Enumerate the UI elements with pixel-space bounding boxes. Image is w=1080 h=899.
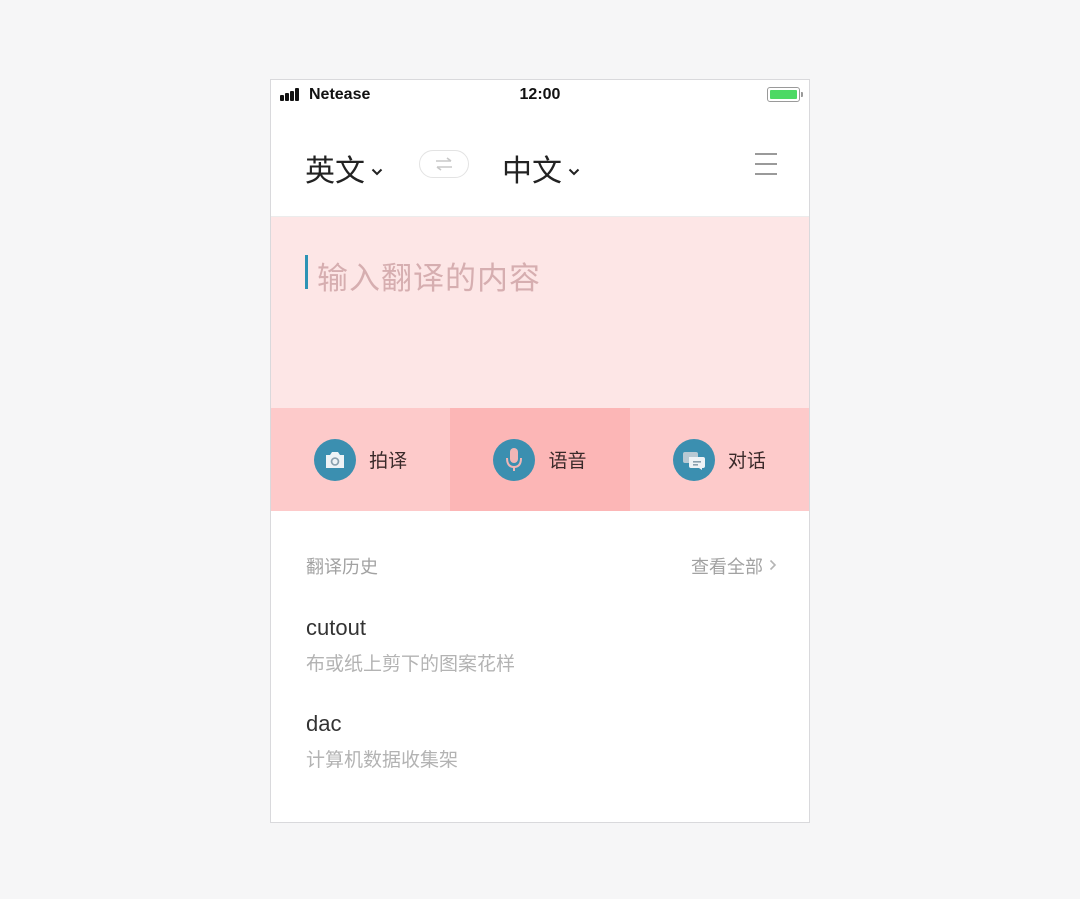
- history-title: 翻译历史: [306, 557, 378, 578]
- phone-screen: Netease 12:00 英文 中文 输入翻译的内容 拍译 语音 对话 翻译历…: [270, 79, 810, 823]
- status-time: 12:00: [519, 86, 561, 103]
- swap-arrows-icon: [436, 157, 452, 171]
- voice-translate-label: 语音: [548, 450, 587, 472]
- language-bar: 英文 中文: [271, 110, 809, 216]
- translation-history: 翻译历史 查看全部 cutout 布或纸上剪下的图案花样 dac 计算机数据收集…: [271, 511, 809, 822]
- source-language-selector[interactable]: 英文: [305, 146, 383, 190]
- view-all-link[interactable]: 查看全部: [691, 553, 777, 579]
- chevron-down-icon: [568, 161, 580, 180]
- translation-input-area[interactable]: 输入翻译的内容: [271, 217, 809, 408]
- text-caret: [305, 255, 308, 289]
- conversation-button[interactable]: 对话: [629, 408, 809, 511]
- history-definition: 计算机数据收集架: [306, 749, 459, 771]
- history-word: dac: [306, 711, 342, 736]
- hamburger-menu-icon[interactable]: [755, 152, 777, 176]
- target-language-label: 中文: [502, 154, 562, 189]
- conversation-label: 对话: [727, 450, 766, 472]
- input-placeholder[interactable]: 输入翻译的内容: [317, 253, 541, 298]
- camera-icon: [314, 438, 357, 481]
- chat-bubbles-icon: [672, 438, 715, 481]
- history-item[interactable]: dac 计算机数据收集架: [306, 711, 458, 772]
- history-item[interactable]: cutout 布或纸上剪下的图案花样: [306, 615, 515, 676]
- photo-translate-button[interactable]: 拍译: [271, 408, 451, 511]
- source-language-label: 英文: [305, 154, 365, 189]
- status-bar: Netease 12:00: [271, 80, 809, 110]
- history-word: cutout: [306, 615, 366, 640]
- view-all-label: 查看全部: [691, 557, 763, 578]
- history-definition: 布或纸上剪下的图案花样: [306, 653, 516, 675]
- battery-icon: [767, 87, 803, 102]
- voice-translate-button[interactable]: 语音: [450, 408, 630, 511]
- photo-translate-label: 拍译: [369, 450, 408, 472]
- chevron-down-icon: [371, 161, 383, 180]
- swap-languages-button[interactable]: [419, 150, 469, 178]
- input-mode-bar: 拍译 语音 对话: [271, 408, 809, 511]
- target-language-selector[interactable]: 中文: [502, 146, 580, 190]
- chevron-right-icon: [769, 557, 777, 575]
- microphone-icon: [493, 438, 536, 481]
